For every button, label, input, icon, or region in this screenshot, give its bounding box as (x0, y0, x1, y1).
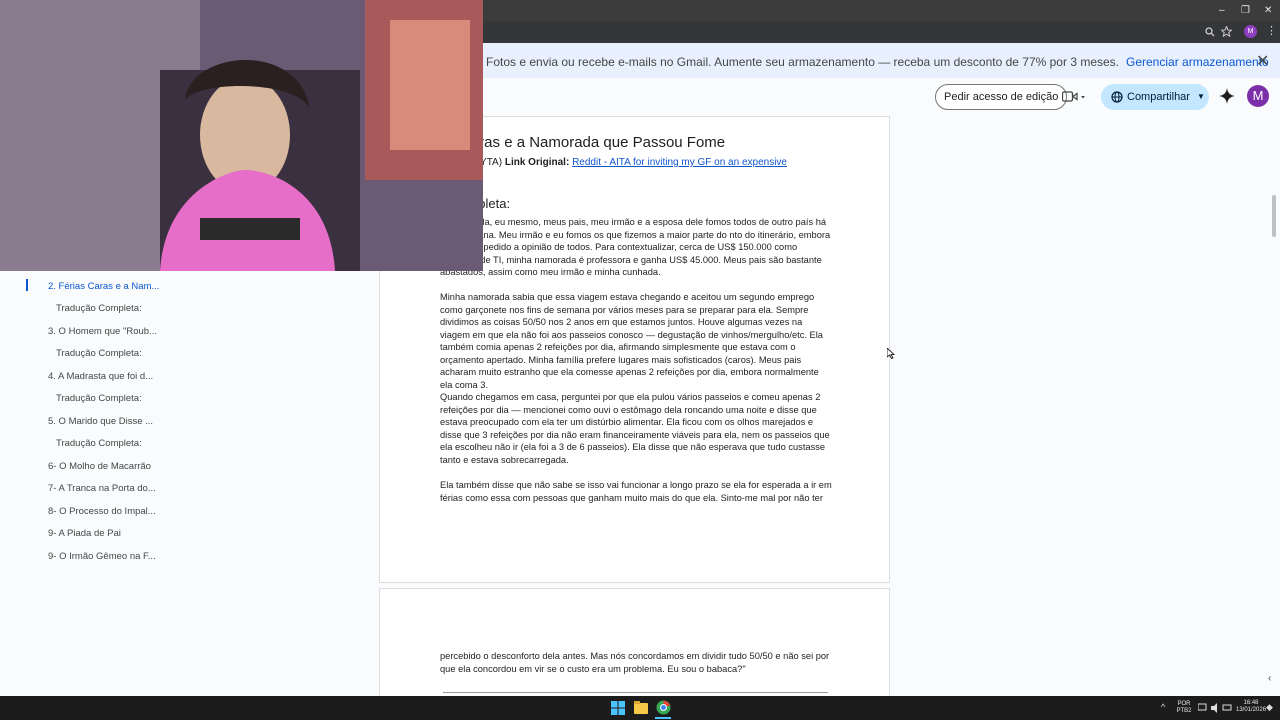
file-explorer-icon[interactable] (634, 701, 648, 714)
document-page (379, 588, 890, 698)
clock[interactable]: 16:48 13/01/2026 (1236, 700, 1266, 714)
close-icon[interactable]: ✕ (1256, 51, 1269, 71)
request-edit-access-button[interactable]: Pedir acesso de edição (935, 84, 1068, 110)
keyboard-language[interactable]: POR PTB2 (1174, 701, 1194, 715)
gemini-sparkle-icon[interactable] (1219, 88, 1235, 104)
link-label: Link Original: (504, 157, 570, 168)
outline-item[interactable]: 7- A Tranca na Porta do... (48, 483, 156, 494)
outline-item[interactable]: 6- O Molho de Macarrão (48, 461, 151, 472)
outline-item[interactable]: 5. O Marido que Disse ... (48, 416, 153, 427)
close-window-icon[interactable]: ✕ (1264, 5, 1272, 16)
mouse-cursor-icon (887, 348, 895, 359)
active-app-indicator (655, 717, 671, 719)
chevron-down-icon[interactable]: ▼ (1197, 84, 1205, 110)
language-code: POR (1177, 701, 1191, 707)
paragraph: percebido o desconforto dela antes. Mas … (440, 651, 830, 674)
side-panel-toggle-icon[interactable]: ‹ (1268, 673, 1271, 684)
chevron-up-icon[interactable]: ^ (1161, 702, 1165, 712)
meet-video-icon[interactable] (1062, 91, 1086, 103)
paragraph: a namorada, eu mesmo, meus pais, meu irm… (440, 217, 831, 277)
outline-item[interactable]: 8- O Processo do Impal... (48, 506, 156, 517)
outline-item[interactable]: Tradução Completa: (56, 438, 142, 449)
notification-bell-icon[interactable]: ◆ (1266, 702, 1273, 713)
manage-storage-link[interactable]: Gerenciar armazenamento (1126, 55, 1269, 69)
minimize-icon[interactable]: – (1219, 5, 1225, 16)
share-label: Compartilhar (1127, 91, 1190, 103)
avatar[interactable]: M (1247, 85, 1269, 107)
keyboard-layout: PTB2 (1176, 708, 1192, 714)
globe-icon (1111, 91, 1123, 103)
restore-icon[interactable]: ❐ (1241, 5, 1250, 16)
original-reddit-link[interactable]: Reddit - AITA for inviting my GF on an e… (572, 157, 787, 168)
outline-item[interactable]: 3. O Homem que "Roub... (48, 326, 157, 337)
share-button[interactable]: Compartilhar ▼ (1101, 84, 1209, 110)
outline-item[interactable]: Tradução Completa: (56, 303, 142, 314)
chrome-icon[interactable] (656, 700, 671, 715)
outline-item[interactable]: Tradução Completa: (56, 348, 142, 359)
bookmark-star-icon[interactable] (1221, 26, 1232, 37)
banner-message: Fotos e envia ou recebe e-mails no Gmail… (486, 55, 1119, 69)
browser-menu-icon[interactable]: ⋮ (1266, 24, 1277, 37)
outline-item[interactable]: 9- O Irmão Gêmeo na F... (48, 551, 156, 562)
outline-item[interactable]: 2. Férias Caras e a Nam... (48, 281, 159, 292)
windows-start-icon[interactable] (611, 701, 625, 715)
clock-time: 16:48 (1243, 700, 1259, 706)
paragraph: Ela também disse que não sabe se isso va… (440, 480, 832, 503)
webcam-feed-image (0, 0, 483, 271)
verdict-line: Babaca (YTA) Link Original: Reddit - AIT… (440, 157, 787, 168)
paragraph: Quando chegamos em casa, perguntei por q… (440, 392, 830, 465)
clock-date: 13/01/2026 (1236, 707, 1267, 713)
outline-item[interactable]: 4. A Madrasta que foi d... (48, 371, 153, 382)
paragraph: Minha namorada sabia que essa viagem est… (440, 292, 823, 390)
zoom-icon[interactable] (1205, 27, 1215, 37)
outline-item[interactable]: Tradução Completa: (56, 393, 142, 404)
system-tray-icons[interactable] (1198, 703, 1232, 713)
windows-taskbar: ^ POR PTB2 16:48 13/01/2026 ◆ (0, 696, 1280, 720)
browser-profile-avatar[interactable]: M (1244, 25, 1257, 38)
outline-active-indicator (26, 279, 28, 291)
outline-item[interactable]: 9- A Piada de Pai (48, 528, 121, 539)
webcam-overlay (0, 0, 483, 271)
scrollbar[interactable] (1272, 195, 1276, 237)
horizontal-rule (443, 692, 828, 693)
